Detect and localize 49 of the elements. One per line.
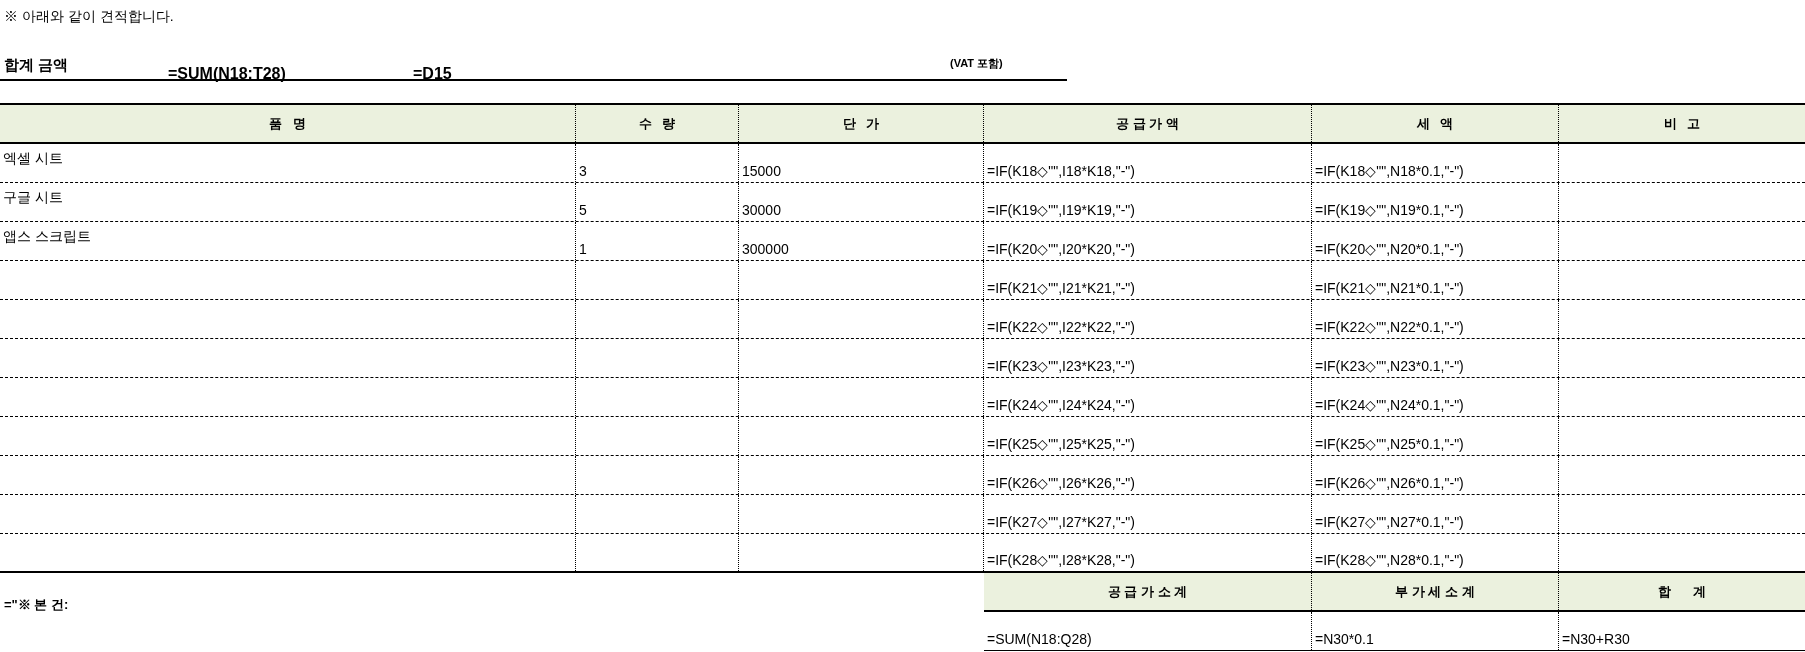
column-header: 세 액 [1312, 105, 1559, 142]
column-header: 품 명 [0, 105, 576, 142]
table-cell-text: =IF(K23◇"",N23*0.1,"-") [1315, 357, 1464, 376]
table-cell-text: =IF(K28◇"",N28*0.1,"-") [1315, 551, 1464, 570]
table-cell-text: =IF(K27◇"",N27*0.1,"-") [1315, 513, 1464, 532]
table-cell-text: =N30*0.1 [1315, 630, 1374, 649]
table-cell-text: =IF(K24◇"",N24*0.1,"-") [1315, 396, 1464, 415]
table-cell-text: =IF(K21◇"",N21*0.1,"-") [1315, 279, 1464, 298]
table-cell-text: =IF(K25◇"",N25*0.1,"-") [1315, 435, 1464, 454]
table-cell-text: 앱스 스크립트 [3, 227, 91, 246]
table-cell-text: =IF(K28◇"",I28*K28,"-") [987, 551, 1135, 570]
column-header: 공 급 가 소 계 [984, 573, 1312, 610]
table-cell-text: =IF(K22◇"",N22*0.1,"-") [1315, 318, 1464, 337]
table-cell-text: 30000 [742, 201, 781, 220]
table-cell-text: 5 [579, 201, 587, 220]
table-cell-text: 3 [579, 162, 587, 181]
table-cell-text: 300000 [742, 240, 789, 259]
table-cell-text: 구글 시트 [3, 188, 63, 207]
table-cell-text: =IF(K24◇"",I24*K24,"-") [987, 396, 1135, 415]
table-cell-text: =IF(K20◇"",I20*K20,"-") [987, 240, 1135, 259]
table-cell-text: =IF(K27◇"",I27*K27,"-") [987, 513, 1135, 532]
total-label: 합계 금액 [4, 55, 69, 75]
column-header: 합 계 [1559, 573, 1805, 610]
table-cell-text: =IF(K18◇"",I18*K18,"-") [987, 162, 1135, 181]
table-cell-text: =IF(K25◇"",I25*K25,"-") [987, 435, 1135, 454]
table-cell-text: 1 [579, 240, 587, 259]
column-header: 비 고 [1559, 105, 1805, 142]
table-cell-text: =IF(K26◇"",N26*0.1,"-") [1315, 474, 1464, 493]
column-header: 공 급 가 액 [984, 105, 1312, 142]
column-header: 수 량 [576, 105, 739, 142]
summary-note: ="※ 본 건: [4, 596, 69, 614]
total-formula: =SUM(N18:T28) [168, 64, 286, 84]
table-cell-text: =IF(K21◇"",I21*K21,"-") [987, 279, 1135, 298]
table-cell-text: =SUM(N18:Q28) [987, 630, 1092, 649]
table-cell-text: =IF(K23◇"",I23*K23,"-") [987, 357, 1135, 376]
table-cell-text: =IF(K22◇"",I22*K22,"-") [987, 318, 1135, 337]
table-cell-text: =IF(K18◇"",N18*0.1,"-") [1315, 162, 1464, 181]
note-text: ※ 아래와 같이 견적합니다. [4, 8, 174, 24]
table-cell-text: =N30+R30 [1562, 630, 1630, 649]
table-cell-text: =IF(K26◇"",I26*K26,"-") [987, 474, 1135, 493]
column-header: 부 가 세 소 계 [1312, 573, 1559, 610]
vat-note: (VAT 포함) [950, 56, 1003, 71]
table-cell-text: =IF(K20◇"",N20*0.1,"-") [1315, 240, 1464, 259]
table-cell-text: =IF(K19◇"",I19*K19,"-") [987, 201, 1135, 220]
table-cell-text: =IF(K19◇"",N19*0.1,"-") [1315, 201, 1464, 220]
total-reference: =D15 [413, 64, 452, 84]
table-cell-text: 엑셀 시트 [3, 149, 63, 168]
table-cell-text: 15000 [742, 162, 781, 181]
column-header: 단 가 [739, 105, 984, 142]
